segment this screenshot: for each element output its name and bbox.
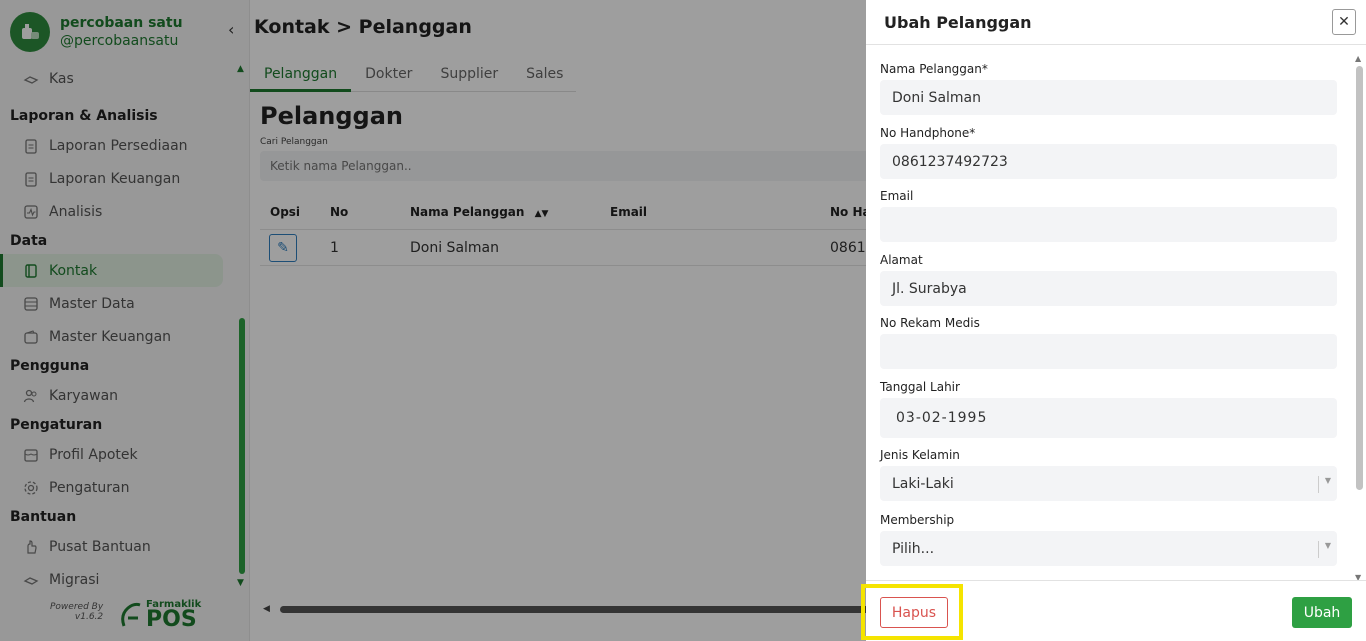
membership-value: Pilih... <box>892 540 935 557</box>
modal-body: Nama Pelanggan* Doni Salman No Handphone… <box>866 46 1366 580</box>
hp-input[interactable]: 0861237492723 <box>880 144 1337 179</box>
field-tanggal-lahir: Tanggal Lahir 03-02-1995 <box>880 380 1337 438</box>
alamat-input[interactable]: Jl. Surabya <box>880 271 1337 306</box>
modal-title: Ubah Pelanggan <box>884 12 1032 32</box>
jenis-kelamin-value: Laki-Laki <box>892 475 954 492</box>
jenis-kelamin-select[interactable]: Laki-Laki ▼ <box>880 466 1337 501</box>
rekam-medis-input[interactable] <box>880 334 1337 369</box>
jenis-kelamin-label: Jenis Kelamin <box>880 448 960 462</box>
field-alamat: Alamat Jl. Surabya <box>880 253 1337 306</box>
nama-input[interactable]: Doni Salman <box>880 80 1337 115</box>
membership-select[interactable]: Pilih... ▼ <box>880 531 1337 566</box>
close-icon: ✕ <box>1338 14 1350 30</box>
chevron-down-icon: ▼ <box>1324 541 1331 550</box>
update-button[interactable]: Ubah <box>1292 597 1352 628</box>
field-nama: Nama Pelanggan* Doni Salman <box>880 62 1337 115</box>
modal-header: Ubah Pelanggan <box>866 0 1366 45</box>
field-membership: Membership Pilih... ▼ <box>880 513 1337 566</box>
scroll-up-icon[interactable]: ▲ <box>1355 54 1361 63</box>
field-hp: No Handphone* 0861237492723 <box>880 126 1337 179</box>
modal-scrollbar[interactable]: ▲ ▼ <box>1355 54 1363 580</box>
modal-backdrop[interactable] <box>0 0 866 641</box>
tanggal-lahir-input[interactable]: 03-02-1995 <box>880 398 1337 438</box>
email-label: Email <box>880 189 914 203</box>
tanggal-lahir-label: Tanggal Lahir <box>880 380 960 394</box>
modal-scroll-thumb[interactable] <box>1356 66 1363 490</box>
scroll-down-icon[interactable]: ▼ <box>1355 573 1361 580</box>
membership-label: Membership <box>880 513 955 527</box>
chevron-down-icon: ▼ <box>1324 476 1331 485</box>
nama-label: Nama Pelanggan* <box>880 62 988 76</box>
alamat-label: Alamat <box>880 253 923 267</box>
field-rekam-medis: No Rekam Medis <box>880 316 1337 369</box>
close-button[interactable]: ✕ <box>1332 9 1356 35</box>
edit-customer-modal: Ubah Pelanggan ✕ Nama Pelanggan* Doni Sa… <box>861 0 1366 641</box>
delete-button[interactable]: Hapus <box>880 597 948 628</box>
field-email: Email <box>880 189 1337 242</box>
rekam-medis-label: No Rekam Medis <box>880 316 980 330</box>
email-input[interactable] <box>880 207 1337 242</box>
field-jenis-kelamin: Jenis Kelamin Laki-Laki ▼ <box>880 448 1337 501</box>
hp-label: No Handphone* <box>880 126 976 140</box>
modal-footer: Hapus Ubah <box>861 580 1366 641</box>
